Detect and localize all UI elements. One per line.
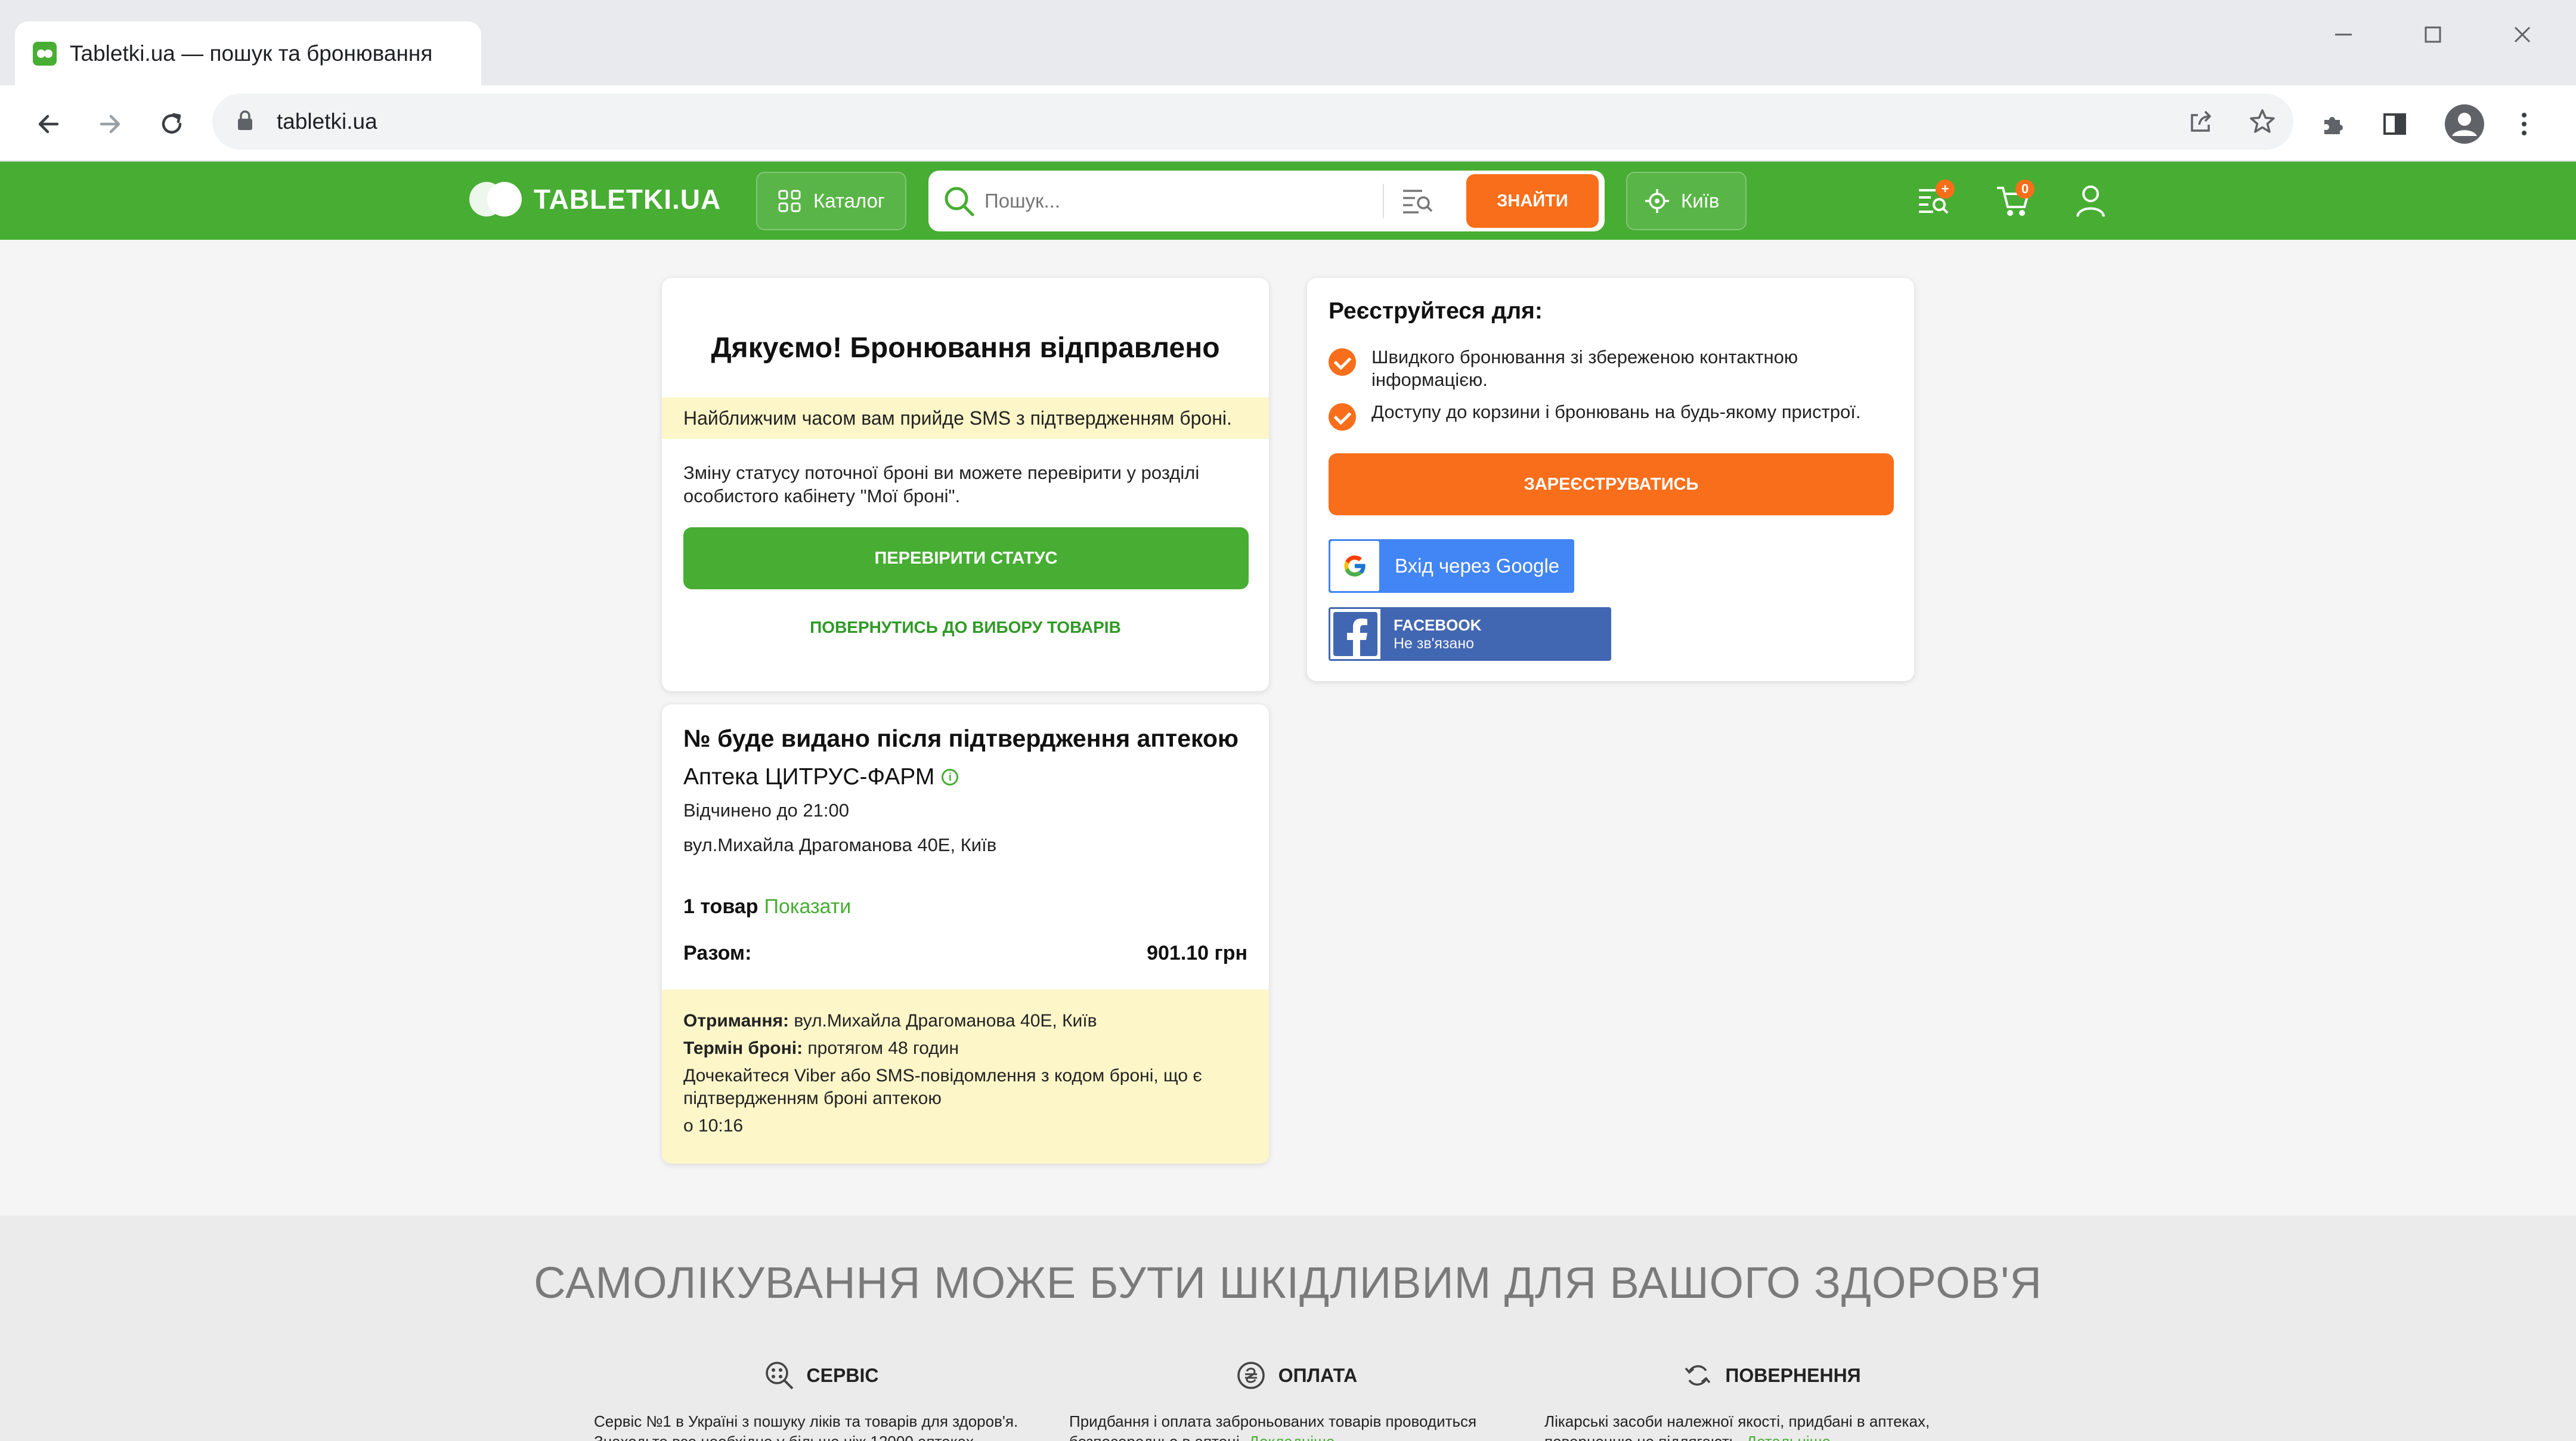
- payment-more-link[interactable]: Докладніше: [1249, 1433, 1335, 1441]
- info-icon[interactable]: i: [942, 769, 959, 786]
- close-window-icon[interactable]: [2504, 17, 2540, 52]
- city-label: Київ: [1681, 190, 1720, 212]
- grid-icon: [778, 189, 801, 213]
- site-header: TABLETKI.UA Каталог ЗНАЙТИ Київ + 0: [0, 162, 2576, 240]
- register-card: Реєструйтеся для: Швидкого бронювання зі…: [1307, 278, 1914, 681]
- self-medication-warning: САМОЛІКУВАННЯ МОЖЕ БУТИ ШКІДЛИВИМ ДЛЯ ВА…: [534, 1258, 2042, 1307]
- sms-notice: Найближчим часом вам прийде SMS з підтве…: [662, 397, 1269, 439]
- search-button[interactable]: ЗНАЙТИ: [1466, 174, 1599, 228]
- booking-confirmation-card: Дякуємо! Бронювання відправлено Найближч…: [662, 278, 1269, 691]
- google-button-label: Вхід через Google: [1395, 555, 1560, 577]
- browser-tab[interactable]: Tabletki.ua — пошук та бронювання: [15, 21, 481, 85]
- search-box: ЗНАЙТИ: [928, 171, 1605, 231]
- tabletki-favicon-icon: [33, 41, 57, 66]
- city-selector[interactable]: Київ: [1626, 172, 1747, 230]
- search-filter-icon[interactable]: [1400, 184, 1435, 218]
- register-title: Реєструйтеся для:: [1329, 298, 1543, 324]
- items-count: 1 товар: [683, 895, 758, 918]
- order-number-title: № буде видано після підтвердження аптеко…: [683, 725, 1239, 752]
- back-arrow-icon[interactable]: [27, 103, 69, 145]
- catalog-label: Каталог: [813, 190, 885, 212]
- maximize-icon[interactable]: [2415, 17, 2451, 52]
- order-details-card: № буде видано після підтвердження аптеко…: [662, 704, 1269, 1164]
- benefit-item: Швидкого бронювання зі збереженою контак…: [1329, 346, 1895, 391]
- logo-pills-icon: [469, 182, 522, 217]
- search-divider: [1383, 184, 1384, 218]
- cart-icon[interactable]: 0: [1990, 178, 2036, 224]
- facebook-f-icon: [1330, 609, 1380, 659]
- catalog-button[interactable]: Каталог: [756, 172, 906, 230]
- payment-description: Придбання і оплата заброньованих товарів…: [1069, 1411, 1522, 1441]
- total-label: Разом:: [683, 942, 752, 964]
- return-more-link[interactable]: Детальніше: [1747, 1433, 1831, 1441]
- term-line: Термін броні: протягом 48 годин: [683, 1038, 959, 1058]
- hryvnia-coin-icon: [1234, 1359, 1268, 1392]
- footer-service-column: СЕРВІС Сервіс №1 в Україні з пошуку лікі…: [594, 1359, 1047, 1441]
- side-panel-icon[interactable]: [2374, 103, 2416, 145]
- site-logo[interactable]: TABLETKI.UA: [469, 182, 721, 217]
- extensions-puzzle-icon[interactable]: [2312, 103, 2354, 145]
- site-footer: САМОЛІКУВАННЯ МОЖЕ БУТИ ШКІДЛИВИМ ДЛЯ ВА…: [0, 1216, 2576, 1441]
- url-text: tabletki.ua: [277, 109, 377, 134]
- service-text: Сервіс №1 в Україні з пошуку ліків та то…: [594, 1412, 1018, 1441]
- benefit-text: Швидкого бронювання зі збереженою контак…: [1371, 347, 1798, 390]
- pharmacy-address: вул.Михайла Драгоманова 40Е, Київ: [683, 834, 997, 855]
- footer-return-column: ПОВЕРНЕННЯ Лікарські засоби належної яко…: [1544, 1359, 1998, 1441]
- reload-icon[interactable]: [151, 103, 193, 145]
- compare-list-icon[interactable]: +: [1911, 178, 1956, 224]
- lock-icon: [236, 110, 254, 134]
- total-value: 901.10 грн: [1147, 942, 1247, 964]
- facebook-login-button[interactable]: FACEBOOK Не зв'язано: [1329, 607, 1611, 661]
- facebook-status: Не зв'язано: [1394, 635, 1475, 652]
- main-content: [0, 240, 2576, 1216]
- benefit-text: Доступу до корзини і бронювань на будь-я…: [1371, 401, 1861, 422]
- wait-text: Дочекайтеся Viber або SMS-повідомлення з…: [683, 1066, 1202, 1108]
- pharmacy-name-text: Аптека ЦИТРУС-ФАРМ: [683, 764, 935, 790]
- back-to-products-link[interactable]: ПОВЕРНУТИСЬ ДО ВИБОРУ ТОВАРІВ: [662, 618, 1269, 637]
- google-g-icon: [1330, 541, 1379, 591]
- check-status-button[interactable]: ПЕРЕВІРИТИ СТАТУС: [683, 527, 1249, 589]
- footer-payment-column: ОПЛАТА Придбання і оплата заброньованих …: [1069, 1359, 1522, 1441]
- check-circle-icon: [1329, 348, 1356, 376]
- brand-name: TABLETKI.UA: [534, 184, 722, 215]
- facebook-title: FACEBOOK: [1394, 616, 1482, 634]
- search-input[interactable]: [984, 190, 1366, 212]
- benefit-item: Доступу до корзини і бронювань на будь-я…: [1329, 401, 1895, 431]
- return-title: ПОВЕРНЕННЯ: [1725, 1364, 1861, 1386]
- check-circle-icon: [1329, 403, 1356, 431]
- pickup-line: Отримання: вул.Михайла Драгоманова 40Е, …: [683, 1011, 1097, 1031]
- status-info-text: Зміну статусу поточної броні ви можете п…: [683, 462, 1200, 506]
- compare-badge: +: [1936, 180, 1955, 199]
- pharmacy-name: Аптека ЦИТРУС-ФАРМ i: [683, 764, 959, 790]
- cart-count-badge: 0: [2015, 180, 2035, 199]
- search-icon: [942, 184, 976, 218]
- service-search-icon: [763, 1359, 796, 1392]
- minimize-icon[interactable]: [2326, 17, 2361, 52]
- register-button[interactable]: ЗАРЕЄСТРУВАТИСЬ: [1329, 453, 1894, 515]
- items-summary: 1 товар Показати: [683, 895, 851, 919]
- browser-toolbar: tabletki.ua: [0, 85, 2576, 162]
- return-description: Лікарські засоби належної якості, придба…: [1544, 1411, 1998, 1441]
- pickup-info-box: Отримання: вул.Михайла Драгоманова 40Е, …: [662, 989, 1269, 1164]
- google-login-button[interactable]: Вхід через Google: [1329, 539, 1574, 593]
- order-time: о 10:16: [683, 1116, 744, 1136]
- user-account-icon[interactable]: [2068, 178, 2113, 224]
- confirmation-title: Дякуємо! Бронювання відправлено: [711, 332, 1220, 364]
- bookmark-star-icon[interactable]: [2241, 101, 2283, 143]
- profile-avatar-icon[interactable]: [2444, 103, 2485, 145]
- forward-arrow-icon[interactable]: [89, 103, 131, 145]
- browser-tabbar: Tabletki.ua — пошук та бронювання: [0, 0, 2576, 85]
- location-target-icon: [1644, 188, 1670, 214]
- browser-menu-icon[interactable]: [2503, 103, 2545, 145]
- pharmacy-hours: Відчинено до 21:00: [683, 800, 849, 821]
- tab-title: Tabletki.ua — пошук та бронювання: [70, 41, 433, 66]
- show-items-link[interactable]: Показати: [764, 895, 851, 918]
- address-bar[interactable]: tabletki.ua: [212, 94, 2293, 150]
- return-text: Лікарські засоби належної якості, придба…: [1544, 1412, 1930, 1441]
- share-icon[interactable]: [2180, 101, 2222, 143]
- return-arrows-icon: [1681, 1359, 1714, 1392]
- payment-title: ОПЛАТА: [1278, 1364, 1358, 1386]
- service-title: СЕРВІС: [806, 1364, 879, 1386]
